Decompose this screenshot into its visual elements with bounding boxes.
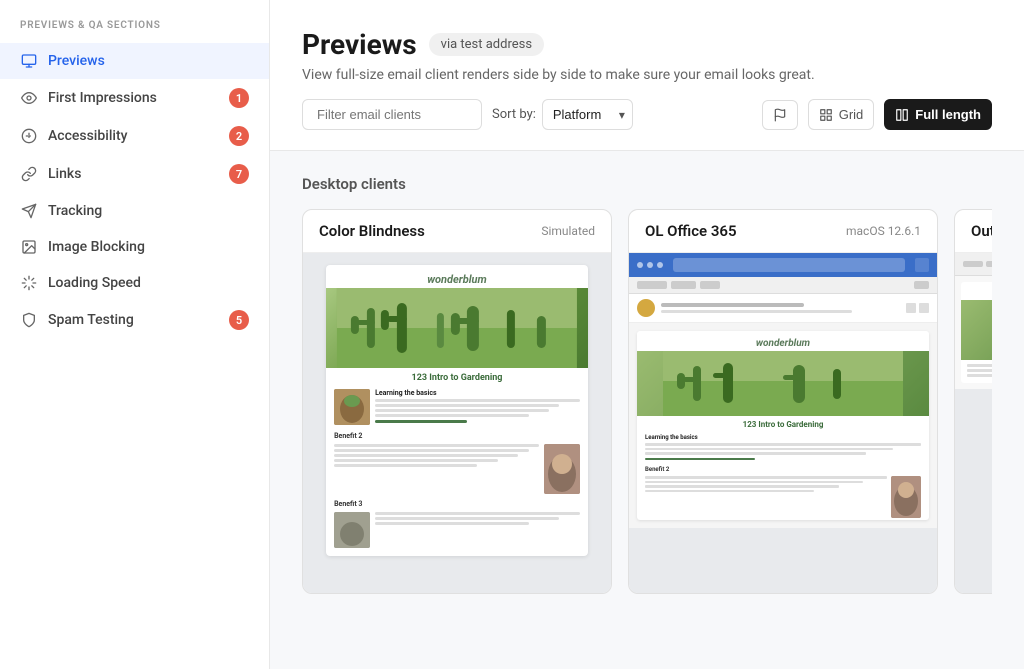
full-length-label: Full length — [915, 107, 981, 122]
card-partial: Outlo wond... — [954, 209, 992, 594]
app-container: PREVIEWS & QA SECTIONS Previews First Im… — [0, 0, 1024, 669]
send-icon — [20, 202, 38, 220]
sidebar-item-accessibility[interactable]: Accessibility 2 — [0, 117, 269, 155]
toolbar: Sort by: Platform Client Date — [302, 99, 992, 130]
sidebar-item-image-blocking[interactable]: Image Blocking — [0, 229, 269, 265]
section-label: Desktop clients — [302, 175, 992, 193]
card-meta: Simulated — [541, 224, 595, 238]
sort-by-row: Sort by: Platform Client Date — [492, 99, 633, 130]
card-title: Color Blindness — [319, 222, 425, 240]
content-area: Desktop clients Color Blindness Simulate… — [270, 151, 1024, 618]
card-body[interactable]: wonderblum — [629, 253, 937, 593]
full-length-icon — [895, 108, 909, 122]
card-body[interactable]: wonderblum — [303, 253, 611, 593]
title-row: Previews via test address — [302, 28, 992, 61]
page-subtitle: View full-size email client renders side… — [302, 67, 992, 83]
card-ol-office: OL Office 365 macOS 12.6.1 — [628, 209, 938, 594]
link-icon — [20, 165, 38, 183]
card-title: Outlo — [971, 222, 992, 240]
card-header: Outlo — [955, 210, 992, 253]
card-body[interactable]: wond... — [955, 253, 992, 593]
accessibility-icon — [20, 127, 38, 145]
card-header: Color Blindness Simulated — [303, 210, 611, 253]
sidebar-item-label: Tracking — [48, 203, 249, 219]
sidebar: PREVIEWS & QA SECTIONS Previews First Im… — [0, 0, 270, 669]
main-header: Previews via test address View full-size… — [270, 0, 1024, 151]
main-content: Previews via test address View full-size… — [270, 0, 1024, 669]
badge-first-impressions: 1 — [229, 88, 249, 108]
sort-select-wrapper: Platform Client Date — [542, 99, 633, 130]
shield-icon — [20, 311, 38, 329]
page-title: Previews — [302, 28, 417, 61]
monitor-icon — [20, 52, 38, 70]
sidebar-item-links[interactable]: Links 7 — [0, 155, 269, 193]
sort-by-label: Sort by: — [492, 107, 536, 122]
cards-row: Color Blindness Simulated wonderblum — [302, 209, 992, 594]
grid-icon — [819, 108, 833, 122]
full-length-button[interactable]: Full length — [884, 99, 992, 130]
badge-spam-testing: 5 — [229, 310, 249, 330]
sidebar-item-label: Spam Testing — [48, 312, 219, 328]
eye-icon — [20, 89, 38, 107]
sidebar-item-tracking[interactable]: Tracking — [0, 193, 269, 229]
sidebar-item-spam-testing[interactable]: Spam Testing 5 — [0, 301, 269, 339]
grid-label: Grid — [839, 107, 864, 122]
sidebar-section-label: PREVIEWS & QA SECTIONS — [0, 20, 269, 43]
via-badge: via test address — [429, 33, 544, 56]
loader-icon — [20, 274, 38, 292]
card-color-blindness: Color Blindness Simulated wonderblum — [302, 209, 612, 594]
card-meta: macOS 12.6.1 — [846, 224, 921, 238]
sidebar-item-label: First Impressions — [48, 90, 219, 106]
grid-button[interactable]: Grid — [808, 99, 875, 130]
sidebar-item-label: Links — [48, 166, 219, 182]
filter-input[interactable] — [302, 99, 482, 130]
card-header: OL Office 365 macOS 12.6.1 — [629, 210, 937, 253]
flag-icon — [773, 108, 787, 122]
sort-select[interactable]: Platform Client Date — [542, 99, 633, 130]
badge-accessibility: 2 — [229, 126, 249, 146]
badge-links: 7 — [229, 164, 249, 184]
sidebar-item-first-impressions[interactable]: First Impressions 1 — [0, 79, 269, 117]
image-icon — [20, 238, 38, 256]
sidebar-item-previews[interactable]: Previews — [0, 43, 269, 79]
sidebar-item-label: Previews — [48, 53, 249, 69]
sidebar-item-label: Loading Speed — [48, 275, 249, 291]
sidebar-item-loading-speed[interactable]: Loading Speed — [0, 265, 269, 301]
sidebar-item-label: Image Blocking — [48, 239, 249, 255]
sidebar-item-label: Accessibility — [48, 128, 219, 144]
flag-button[interactable] — [762, 100, 798, 130]
email-preview: wonderblum — [326, 265, 588, 556]
card-title: OL Office 365 — [645, 222, 737, 240]
